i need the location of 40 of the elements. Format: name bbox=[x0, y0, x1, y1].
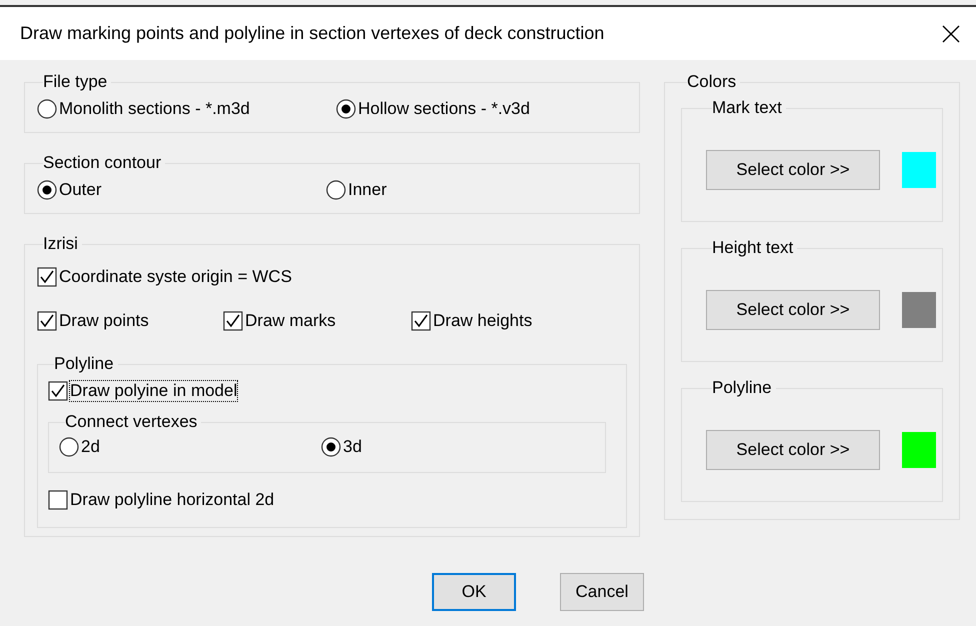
group-label: Izrisi bbox=[43, 234, 79, 254]
radio-button[interactable]: Hollow sections - *.v3d bbox=[336, 99, 627, 119]
radio-button[interactable]: Outer bbox=[37, 180, 326, 200]
radio-button[interactable]: 2d bbox=[59, 437, 321, 457]
checkbox-icon[interactable] bbox=[37, 311, 57, 331]
select-color-button[interactable]: Select color >> bbox=[706, 290, 880, 330]
radio-icon[interactable] bbox=[59, 437, 79, 457]
radio-button[interactable]: Monolith sections - *.m3d bbox=[37, 99, 336, 119]
checkbox-icon[interactable] bbox=[411, 311, 431, 331]
checkbox-icon[interactable] bbox=[223, 311, 243, 331]
checkbox-label[interactable]: Draw polyline horizontal 2d bbox=[70, 490, 274, 510]
checkbox-icon[interactable] bbox=[37, 267, 57, 287]
select-color-button[interactable]: Select color >> bbox=[706, 150, 880, 190]
dialog-button[interactable]: OK bbox=[432, 573, 516, 611]
group-label: Mark text bbox=[712, 98, 783, 118]
radio-button[interactable]: 3d bbox=[321, 437, 595, 457]
group-label: Height text bbox=[712, 238, 794, 258]
group-label: Polyline bbox=[54, 354, 115, 374]
close-icon[interactable] bbox=[942, 24, 960, 42]
radio-icon[interactable] bbox=[326, 180, 346, 200]
checkbox-label[interactable]: Draw polyine in model bbox=[70, 381, 238, 401]
checkbox-label[interactable]: Draw heights bbox=[433, 311, 532, 331]
radio-button[interactable]: Inner bbox=[326, 180, 627, 200]
radio-icon[interactable] bbox=[37, 180, 57, 200]
group-label: Polyline bbox=[712, 378, 773, 398]
dialog-button[interactable]: Cancel bbox=[560, 573, 644, 611]
checkbox-icon[interactable] bbox=[48, 381, 68, 401]
radio-icon[interactable] bbox=[321, 437, 341, 457]
group-label: File type bbox=[43, 72, 108, 92]
radio-icon[interactable] bbox=[37, 99, 57, 119]
checkbox-icon[interactable] bbox=[48, 490, 68, 510]
radio-icon[interactable] bbox=[336, 99, 356, 119]
group-label: Colors bbox=[687, 72, 738, 92]
group-label: Connect vertexes bbox=[65, 412, 198, 432]
window-title: Draw marking points and polyline in section vertexes of deck construction bbox=[20, 23, 604, 44]
checkbox-label[interactable]: Draw points bbox=[59, 311, 149, 331]
group-label: Section contour bbox=[43, 153, 162, 173]
checkbox-label[interactable]: Coordinate syste origin = WCS bbox=[59, 267, 292, 287]
checkbox-label[interactable]: Draw marks bbox=[245, 311, 336, 331]
select-color-button[interactable]: Select color >> bbox=[706, 430, 880, 470]
